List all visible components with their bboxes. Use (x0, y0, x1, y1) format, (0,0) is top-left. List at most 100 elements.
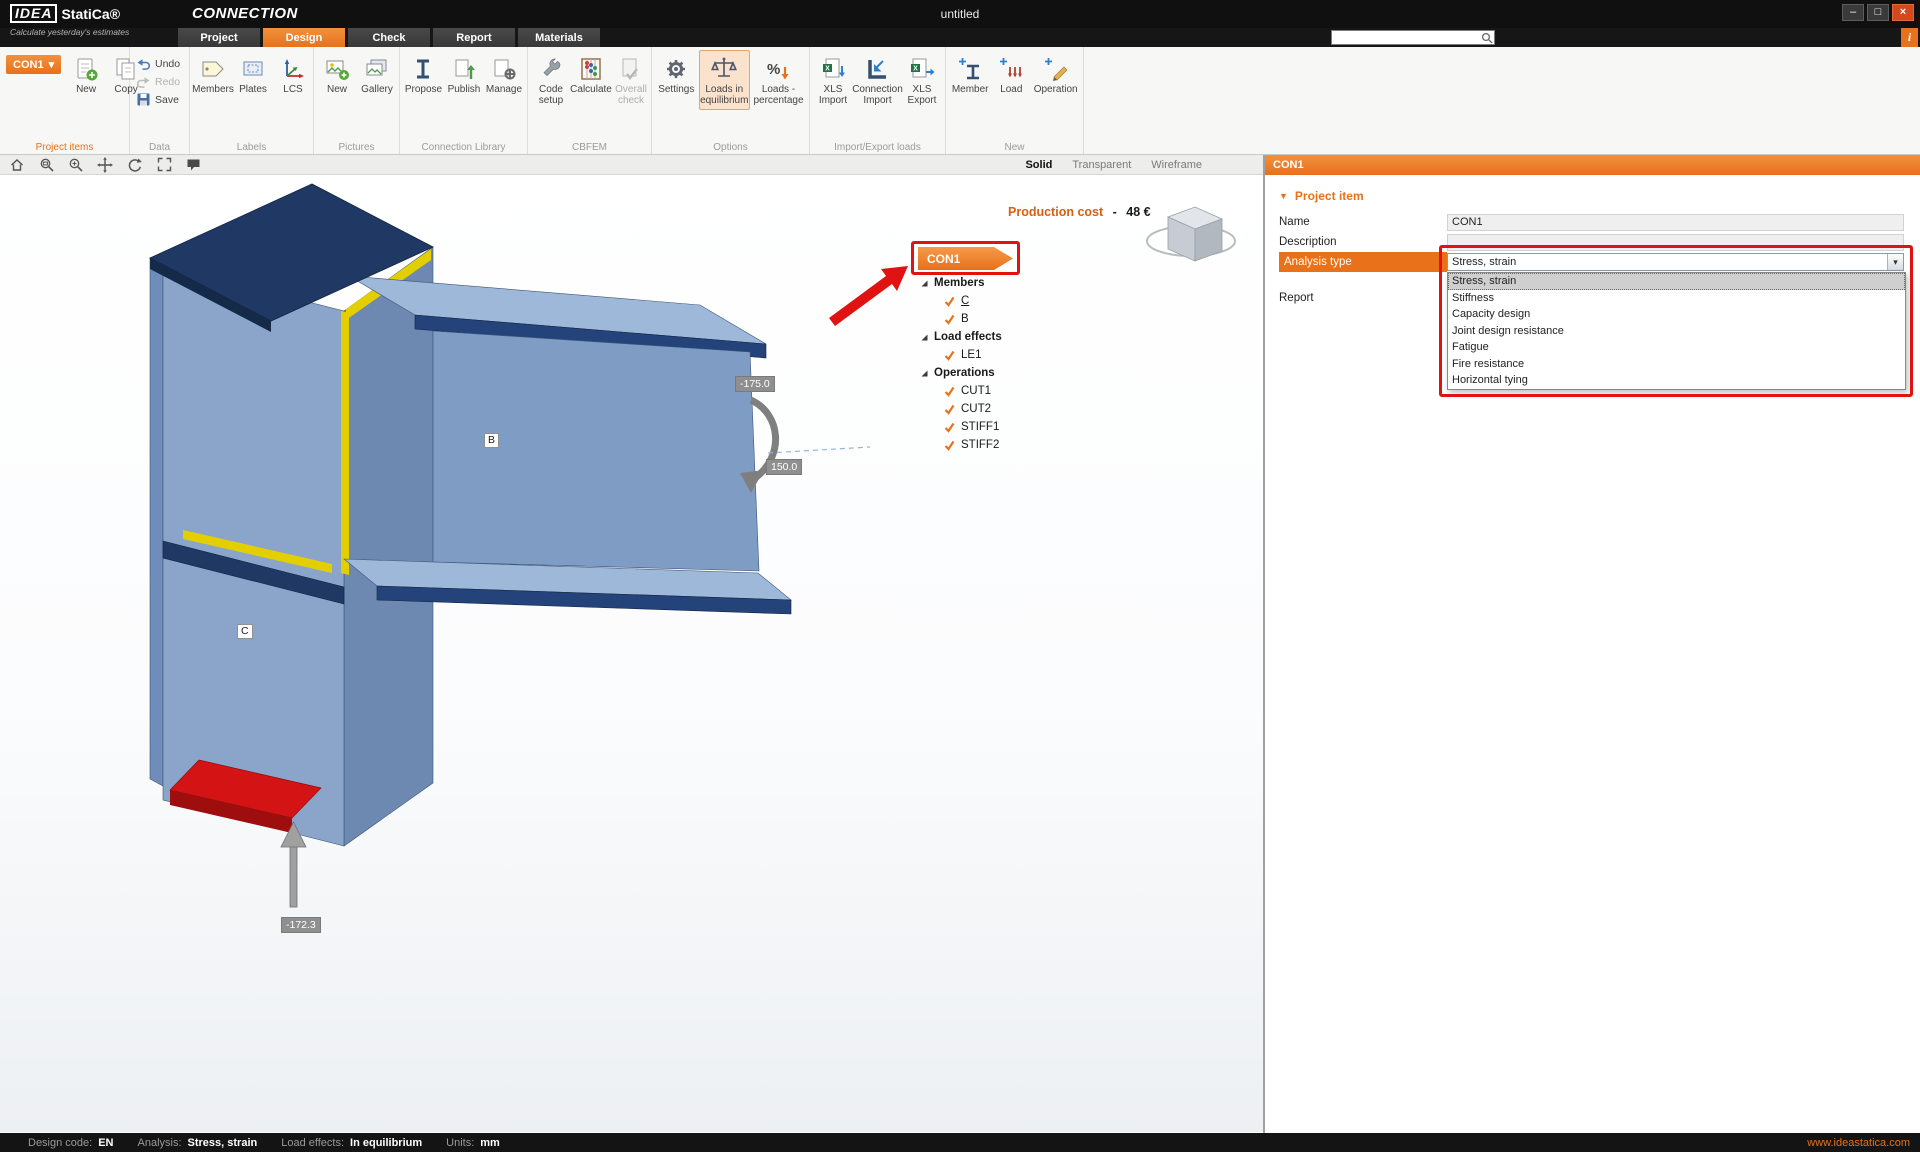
member-label-column[interactable]: C (237, 624, 253, 639)
analysis-type-dropdown[interactable]: Stress, strain ▾ (1447, 253, 1904, 271)
tree-item-stiff1[interactable]: STIFF1 (921, 418, 1071, 436)
tab-materials[interactable]: Materials (518, 28, 600, 47)
section-project-item[interactable]: ▼ Project item (1265, 187, 1920, 205)
model-canvas[interactable]: Production cost - 48 € CON1 (0, 175, 1263, 1132)
redo-icon (137, 76, 150, 88)
tree-item-le1[interactable]: LE1 (921, 346, 1071, 364)
option-joint-design-resistance[interactable]: Joint design resistance (1448, 323, 1905, 340)
svg-text:%: % (767, 61, 780, 78)
project-item-selector[interactable]: CON1 ▾ (6, 55, 61, 74)
ribbon-group-project-items: CON1 ▾ New Copy Project items (0, 47, 130, 154)
field-row-name: Name (1265, 212, 1920, 232)
loads-in-equilibrium-button[interactable]: Loads in equilibrium (699, 50, 750, 110)
option-stiffness[interactable]: Stiffness (1448, 290, 1905, 307)
pan-icon[interactable] (97, 157, 113, 173)
website-link[interactable]: www.ideastatica.com (1807, 1137, 1920, 1149)
label-tag-icon[interactable] (186, 157, 201, 172)
option-stress-strain[interactable]: Stress, strain (1448, 273, 1905, 290)
checkbox-checked-icon[interactable] (944, 440, 955, 451)
zoom-window-icon[interactable] (39, 157, 54, 172)
collapse-triangle-icon[interactable]: ▼ (1279, 191, 1288, 201)
name-input[interactable] (1447, 214, 1904, 231)
ribbon-group-connection-library: Propose Publish Manage Connection Librar… (400, 47, 528, 154)
save-button[interactable]: Save (137, 92, 182, 107)
connection-import-button[interactable]: Connection Import (854, 50, 901, 110)
search-icon[interactable] (1480, 32, 1494, 44)
labels-members-button[interactable]: Members (194, 50, 232, 99)
display-mode-transparent[interactable]: Transparent (1072, 159, 1131, 171)
home-view-icon[interactable] (9, 157, 25, 172)
tree-expander-icon[interactable] (921, 280, 928, 287)
undo-button[interactable]: Undo (137, 56, 182, 71)
tab-project[interactable]: Project (178, 28, 260, 47)
tree-item-cut1[interactable]: CUT1 (921, 382, 1071, 400)
wrench-icon (538, 54, 564, 84)
new-load-button[interactable]: Load (992, 50, 1030, 99)
tree-item-cut2[interactable]: CUT2 (921, 400, 1071, 418)
display-mode-wireframe[interactable]: Wireframe (1151, 159, 1202, 171)
tree-group-operations[interactable]: Operations (921, 364, 1071, 382)
tab-report[interactable]: Report (433, 28, 515, 47)
tree-expander-icon[interactable] (921, 334, 928, 341)
add-operation-icon (1043, 54, 1069, 84)
checkbox-checked-icon[interactable] (944, 386, 955, 397)
xls-export-button[interactable]: X XLS Export (903, 50, 941, 110)
tab-design[interactable]: Design (263, 28, 345, 47)
group-label-labels: Labels (190, 142, 313, 153)
tree-expander-icon[interactable] (921, 370, 928, 377)
picture-new-button[interactable]: New (318, 50, 356, 99)
option-fire-resistance[interactable]: Fire resistance (1448, 356, 1905, 373)
option-horizontal-tying[interactable]: Horizontal tying (1448, 372, 1905, 389)
checkbox-checked-icon[interactable] (944, 404, 955, 415)
tree-item-b[interactable]: B (921, 310, 1071, 328)
search-input[interactable] (1332, 32, 1480, 44)
new-member-button[interactable]: Member (950, 50, 990, 99)
checkbox-checked-icon[interactable] (944, 350, 955, 361)
loads-percentage-button[interactable]: % Loads - percentage (752, 50, 805, 110)
manage-button[interactable]: Manage (485, 50, 523, 99)
tree-group-load-effects[interactable]: Load effects (921, 328, 1071, 346)
info-button[interactable]: i (1901, 28, 1918, 47)
group-label-import-export: Import/Export loads (810, 142, 945, 153)
svg-text:X: X (825, 66, 830, 73)
checkbox-checked-icon[interactable] (944, 422, 955, 433)
title-bar: IDEA StatiCa® Calculate yesterday's esti… (0, 0, 1920, 28)
new-project-item-button[interactable]: New (67, 50, 105, 99)
zoom-fit-icon[interactable] (157, 157, 172, 172)
tab-check[interactable]: Check (348, 28, 430, 47)
overall-check-button[interactable]: Overall check (612, 50, 650, 110)
xls-import-button[interactable]: X XLS Import (814, 50, 852, 110)
publish-button[interactable]: Publish (445, 50, 483, 99)
checkbox-checked-icon[interactable] (944, 296, 955, 307)
tree-item-c[interactable]: C (921, 292, 1071, 310)
picture-gallery-button[interactable]: Gallery (358, 50, 396, 99)
connection-3d-model (0, 175, 1263, 1132)
tree-item-stiff2[interactable]: STIFF2 (921, 436, 1071, 454)
labels-plates-button[interactable]: Plates (234, 50, 272, 99)
settings-button[interactable]: Settings (656, 50, 697, 99)
new-operation-button[interactable]: Operation (1032, 50, 1079, 99)
ribbon-group-data: Undo Redo Save Data (130, 47, 190, 154)
redo-button[interactable]: Redo (137, 74, 182, 89)
option-capacity-design[interactable]: Capacity design (1448, 306, 1905, 323)
add-load-icon (998, 54, 1024, 84)
scales-icon (711, 54, 737, 84)
description-input[interactable] (1447, 234, 1904, 251)
zoom-icon[interactable] (68, 157, 83, 172)
calculate-button[interactable]: Calculate (572, 50, 610, 99)
maximize-button[interactable]: □ (1867, 4, 1889, 21)
code-setup-button[interactable]: Code setup (532, 50, 570, 110)
tree-root-con1[interactable]: CON1 (918, 247, 1013, 270)
member-label-beam[interactable]: B (484, 433, 499, 448)
navigation-cube[interactable] (1143, 189, 1239, 289)
option-fatigue[interactable]: Fatigue (1448, 339, 1905, 356)
rotate-icon[interactable] (127, 157, 143, 173)
minimize-button[interactable]: – (1842, 4, 1864, 21)
checkbox-checked-icon[interactable] (944, 314, 955, 325)
display-mode-solid[interactable]: Solid (1025, 159, 1052, 171)
tree-group-members[interactable]: Members (921, 274, 1071, 292)
close-button[interactable]: × (1892, 4, 1914, 21)
propose-button[interactable]: Propose (404, 50, 443, 99)
dropdown-arrow-icon[interactable]: ▾ (1887, 254, 1903, 270)
labels-lcs-button[interactable]: LCS (274, 50, 312, 99)
